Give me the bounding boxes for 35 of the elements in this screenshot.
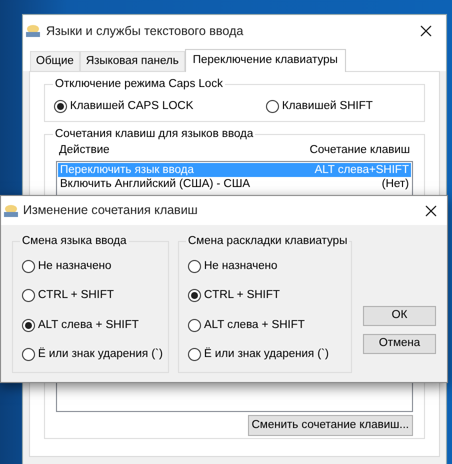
- column-header: Сочетание клавиш: [310, 143, 410, 158]
- radio-label[interactable]: Не назначено: [204, 258, 278, 276]
- radio-label[interactable]: Ё или знак ударения (`): [204, 346, 329, 363]
- close-icon[interactable]: [425, 204, 437, 216]
- column-header: Действие: [59, 143, 110, 158]
- radio-label[interactable]: Клавишей SHIFT: [282, 98, 373, 115]
- radio-label[interactable]: Клавишей CAPS LOCK: [70, 98, 194, 115]
- radio-button[interactable]: [22, 289, 35, 302]
- cancel-button[interactable]: Отмена: [363, 334, 436, 354]
- radio-label[interactable]: Не назначено: [38, 258, 112, 276]
- radio-button[interactable]: [188, 318, 201, 332]
- radio-button[interactable]: [188, 260, 201, 274]
- radio-label[interactable]: Ё или знак ударения (`): [38, 346, 163, 363]
- radio-button[interactable]: [22, 260, 35, 274]
- radio-button[interactable]: [22, 348, 35, 361]
- radio-button[interactable]: [54, 100, 67, 113]
- radio-label[interactable]: CTRL + SHIFT: [38, 287, 114, 304]
- list-row[interactable]: Включить Английский (США) - США (Нет): [58, 177, 411, 191]
- radio-label[interactable]: ALT слева + SHIFT: [38, 316, 139, 334]
- close-icon[interactable]: [420, 25, 432, 37]
- tab[interactable]: Переключение клавиатуры: [184, 49, 346, 72]
- keyboard-cloud-icon: [25, 23, 41, 39]
- radio-button[interactable]: [188, 348, 201, 361]
- radio-button[interactable]: [188, 289, 201, 302]
- radio-button[interactable]: [266, 100, 279, 113]
- ok-button[interactable]: ОК: [363, 306, 436, 326]
- change-shortcut-button[interactable]: Сменить сочетание клавиш...: [248, 415, 413, 436]
- tab[interactable]: Общие: [30, 51, 80, 71]
- radio-label[interactable]: ALT слева + SHIFT: [204, 316, 305, 334]
- keyboard-cloud-icon: [3, 202, 19, 218]
- radio-button[interactable]: [22, 318, 35, 332]
- window-title: Языки и службы текстового ввода: [46, 22, 244, 40]
- tab[interactable]: Языковая панель: [80, 51, 185, 71]
- radio-label[interactable]: CTRL + SHIFT: [204, 287, 280, 304]
- window-title: Изменение сочетания клавиш: [23, 202, 198, 220]
